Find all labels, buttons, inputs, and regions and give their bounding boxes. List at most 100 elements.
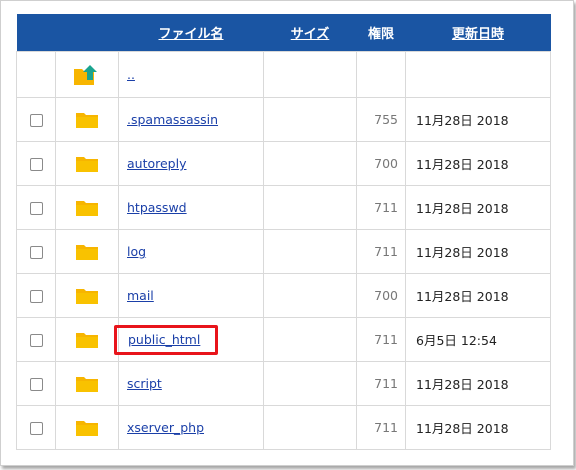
select-cell	[16, 405, 56, 450]
select-cell	[16, 273, 56, 318]
name-wrapper: autoreply	[127, 156, 187, 171]
parent-icon-cell[interactable]	[55, 51, 119, 98]
file-table: ファイル名 サイズ 権限 更新日時 .. .spamassassin 755 1…	[16, 14, 551, 450]
header-size[interactable]: サイズ	[263, 14, 357, 52]
table-row-autoreply[interactable]: autoreply 700 11月28日 2018	[16, 141, 551, 186]
folder-icon[interactable]	[56, 198, 118, 218]
screenshot-frame: ファイル名 サイズ 権限 更新日時 .. .spamassassin 755 1…	[0, 0, 574, 466]
permission-cell: 711	[356, 185, 406, 230]
table-row-xserverphp[interactable]: xserver_php 711 11月28日 2018	[16, 405, 551, 450]
sort-by-date-link[interactable]: 更新日時	[452, 27, 504, 42]
name-cell: mail	[118, 273, 264, 318]
table-row-publichtml[interactable]: public_html 711 6月5日 12:54	[16, 317, 551, 362]
folder-up-icon[interactable]	[56, 63, 118, 87]
size-cell	[263, 317, 357, 362]
header-permission: 権限	[356, 14, 406, 52]
header-icon	[55, 14, 119, 52]
file-name-link[interactable]: htpasswd	[127, 200, 187, 215]
sort-by-name-link[interactable]: ファイル名	[158, 27, 223, 42]
folder-icon[interactable]	[56, 154, 118, 174]
folder-icon[interactable]	[56, 242, 118, 262]
permission-cell: 711	[356, 361, 406, 406]
table-row-log[interactable]: log 711 11月28日 2018	[16, 229, 551, 274]
row-checkbox[interactable]	[29, 158, 43, 171]
size-cell	[263, 273, 357, 318]
name-wrapper: .spamassassin	[127, 112, 218, 127]
file-name-link[interactable]: script	[127, 376, 162, 391]
parent-directory-link[interactable]: ..	[127, 67, 135, 82]
name-wrapper: htpasswd	[127, 200, 187, 215]
parent-size-cell	[263, 51, 357, 98]
size-cell	[263, 229, 357, 274]
row-checkbox[interactable]	[29, 290, 43, 303]
size-cell	[263, 405, 357, 450]
icon-cell	[55, 229, 119, 274]
file-name-link[interactable]: .spamassassin	[127, 112, 218, 127]
select-cell	[16, 229, 56, 274]
folder-icon[interactable]	[56, 374, 118, 394]
icon-cell	[55, 317, 119, 362]
modified-date-cell: 11月28日 2018	[405, 141, 551, 186]
modified-date-cell: 11月28日 2018	[405, 97, 551, 142]
table-row-htpasswd[interactable]: htpasswd 711 11月28日 2018	[16, 185, 551, 230]
permission-cell: 711	[356, 405, 406, 450]
modified-date-cell: 11月28日 2018	[405, 229, 551, 274]
parent-select-cell	[16, 51, 56, 98]
file-name-link[interactable]: log	[127, 244, 146, 259]
name-wrapper: xserver_php	[127, 420, 204, 435]
file-name-link[interactable]: public_html	[128, 332, 200, 347]
table-row-script[interactable]: script 711 11月28日 2018	[16, 361, 551, 406]
header-modified[interactable]: 更新日時	[405, 14, 551, 52]
file-name-link[interactable]: xserver_php	[127, 420, 204, 435]
folder-icon[interactable]	[56, 110, 118, 130]
name-wrapper: log	[127, 244, 146, 259]
row-checkbox[interactable]	[29, 334, 43, 347]
header-select	[16, 14, 56, 52]
parent-perm-cell	[356, 51, 406, 98]
name-wrapper: script	[127, 376, 162, 391]
row-checkbox[interactable]	[29, 114, 43, 127]
parent-date-cell	[405, 51, 551, 98]
row-checkbox[interactable]	[29, 378, 43, 391]
icon-cell	[55, 273, 119, 318]
modified-date-cell: 11月28日 2018	[405, 185, 551, 230]
file-name-link[interactable]: mail	[127, 288, 154, 303]
permission-cell: 700	[356, 141, 406, 186]
size-cell	[263, 141, 357, 186]
name-cell: log	[118, 229, 264, 274]
header-name[interactable]: ファイル名	[118, 14, 264, 52]
name-cell: xserver_php	[118, 405, 264, 450]
modified-date-cell: 6月5日 12:54	[405, 317, 551, 362]
name-cell: script	[118, 361, 264, 406]
permission-cell: 755	[356, 97, 406, 142]
table-row-mail[interactable]: mail 700 11月28日 2018	[16, 273, 551, 318]
modified-date-cell: 11月28日 2018	[405, 273, 551, 318]
select-cell	[16, 185, 56, 230]
folder-icon[interactable]	[56, 286, 118, 306]
parent-name-cell[interactable]: ..	[118, 51, 264, 98]
highlight-box: public_html	[114, 324, 219, 355]
icon-cell	[55, 185, 119, 230]
parent-directory-row[interactable]: ..	[16, 51, 551, 98]
icon-cell	[55, 141, 119, 186]
size-cell	[263, 185, 357, 230]
icon-cell	[55, 361, 119, 406]
modified-date-cell: 11月28日 2018	[405, 361, 551, 406]
table-header-row: ファイル名 サイズ 権限 更新日時	[16, 14, 551, 52]
row-checkbox[interactable]	[29, 422, 43, 435]
name-cell: public_html	[114, 317, 264, 362]
icon-cell	[55, 405, 119, 450]
sort-by-size-link[interactable]: サイズ	[291, 27, 330, 42]
file-name-link[interactable]: autoreply	[127, 156, 187, 171]
row-checkbox[interactable]	[29, 246, 43, 259]
permission-header-label: 権限	[367, 27, 394, 42]
folder-icon[interactable]	[56, 418, 118, 438]
row-checkbox[interactable]	[29, 202, 43, 215]
folder-icon[interactable]	[56, 330, 118, 350]
select-cell	[16, 97, 56, 142]
table-row-spamassassin[interactable]: .spamassassin 755 11月28日 2018	[16, 97, 551, 142]
name-wrapper: mail	[127, 288, 154, 303]
permission-cell: 711	[356, 317, 406, 362]
permission-cell: 711	[356, 229, 406, 274]
name-cell: autoreply	[118, 141, 264, 186]
